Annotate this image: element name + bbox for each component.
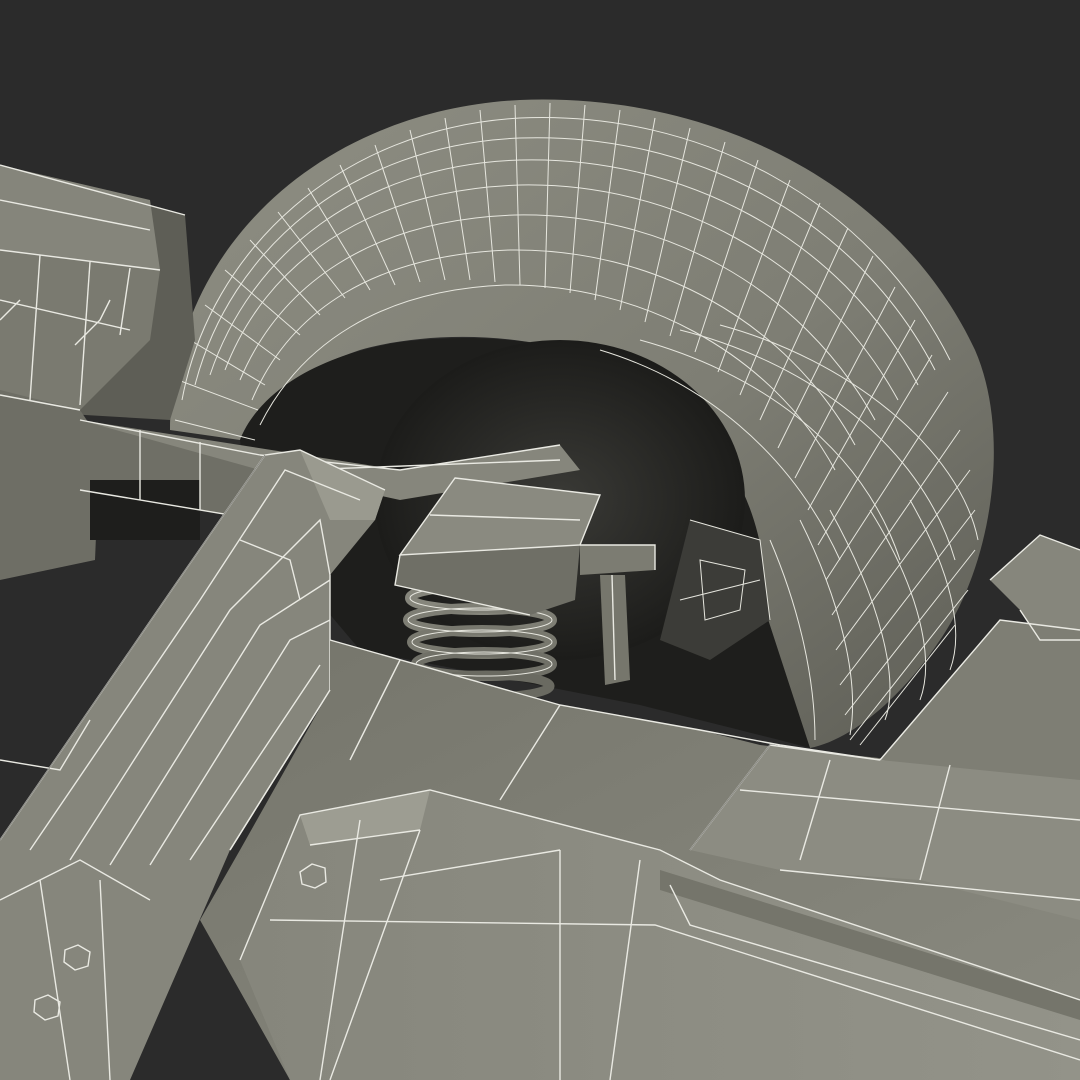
wireframe-render-scene	[0, 0, 1080, 1080]
car-suspension-wireframe-render	[0, 0, 1080, 1080]
